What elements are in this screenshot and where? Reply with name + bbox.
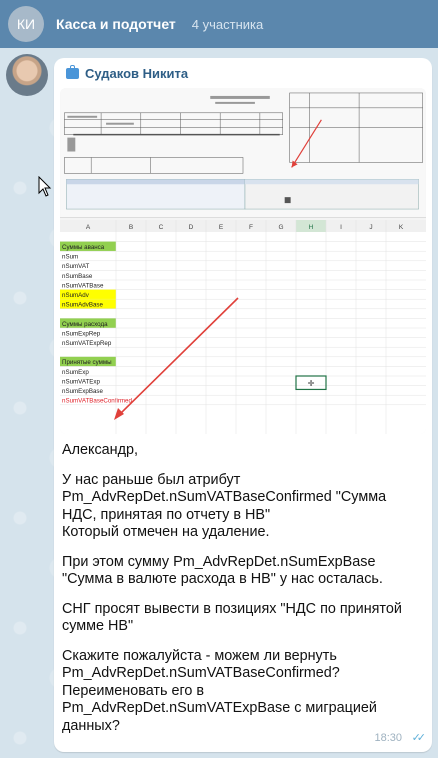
cell-text: Суммы расхода bbox=[62, 321, 108, 328]
spreadsheet-preview: A B C D E F G H I J K Суммы аванса nSum nSumVAT nSumBa… bbox=[60, 220, 426, 434]
message-paragraph: Александр, bbox=[62, 442, 139, 458]
cell-text: nSum bbox=[62, 254, 78, 261]
cell-text: nSumVATExpRep bbox=[62, 340, 112, 347]
mouse-cursor-icon bbox=[38, 176, 52, 197]
column-header-label: D bbox=[189, 224, 194, 231]
message-text: Александр, У нас раньше был атрибут Pm_Ad… bbox=[62, 442, 422, 747]
cell-text: nSumVAT bbox=[62, 263, 89, 270]
message-paragraph: У нас раньше был атрибут Pm_AdvRepDet.nS… bbox=[62, 471, 387, 541]
column-header-label: H bbox=[309, 224, 314, 231]
message-paragraph: СНГ просят вывести в позициях "НДС по пр… bbox=[62, 600, 402, 635]
column-header-label: E bbox=[219, 224, 224, 231]
sender-name[interactable]: Судаков Никита bbox=[85, 66, 188, 81]
briefcase-icon bbox=[66, 65, 79, 79]
cell-text: nSumExp bbox=[62, 369, 89, 376]
chat-header[interactable]: КИ Касса и подотчет 4 участника bbox=[0, 0, 438, 48]
column-header-label: I bbox=[340, 224, 342, 231]
column-header-label: K bbox=[399, 224, 404, 231]
column-header-label: C bbox=[159, 224, 164, 231]
cell-text: nSumAdvBase bbox=[62, 302, 103, 309]
cell-text: nSumVATBaseConfirmed bbox=[62, 398, 132, 405]
cell-text: nSumAdv bbox=[62, 292, 90, 299]
read-check-icon: ✓✓ bbox=[411, 732, 427, 744]
cell-text: nSumVATBase bbox=[62, 282, 104, 289]
cell-text: nSumExpBase bbox=[62, 388, 103, 395]
group-avatar[interactable]: КИ bbox=[8, 6, 44, 42]
message-image[interactable]: A B C D E F G H I J K Суммы аванса nSum nSumVAT nSumBa… bbox=[60, 88, 426, 434]
column-header-label: F bbox=[249, 224, 253, 231]
column-header-label: A bbox=[86, 224, 91, 231]
cell-text: Принятые суммы bbox=[62, 359, 112, 366]
cell-text: nSumExpRep bbox=[62, 330, 101, 337]
cell-text: nSumBase bbox=[62, 273, 93, 280]
cell-text: Суммы аванса bbox=[62, 244, 105, 251]
screenshot-document-preview bbox=[60, 88, 426, 218]
member-count[interactable]: 4 участника bbox=[192, 17, 263, 32]
chat-title[interactable]: Касса и подотчет bbox=[56, 16, 176, 32]
message-time: 18:30 bbox=[374, 732, 402, 744]
column-header-label: B bbox=[129, 224, 133, 231]
message-bubble[interactable]: Судаков Никита A B C D E F G H I J K Сум… bbox=[54, 58, 432, 752]
message-sender[interactable]: Судаков Никита bbox=[66, 65, 188, 81]
column-header-label: J bbox=[369, 224, 372, 231]
sender-avatar[interactable] bbox=[6, 54, 48, 96]
message-paragraph: Скажите пожалуйста - можем ли вернуть Pm… bbox=[62, 647, 377, 734]
message-paragraph: При этом сумму Pm_AdvRepDet.nSumExpBase … bbox=[62, 553, 383, 588]
crosshair-cursor-icon: ✛ bbox=[308, 379, 315, 388]
annotation-arrowhead bbox=[114, 408, 124, 420]
cell-text: nSumVATExp bbox=[62, 378, 100, 385]
column-header-label: G bbox=[278, 224, 283, 231]
